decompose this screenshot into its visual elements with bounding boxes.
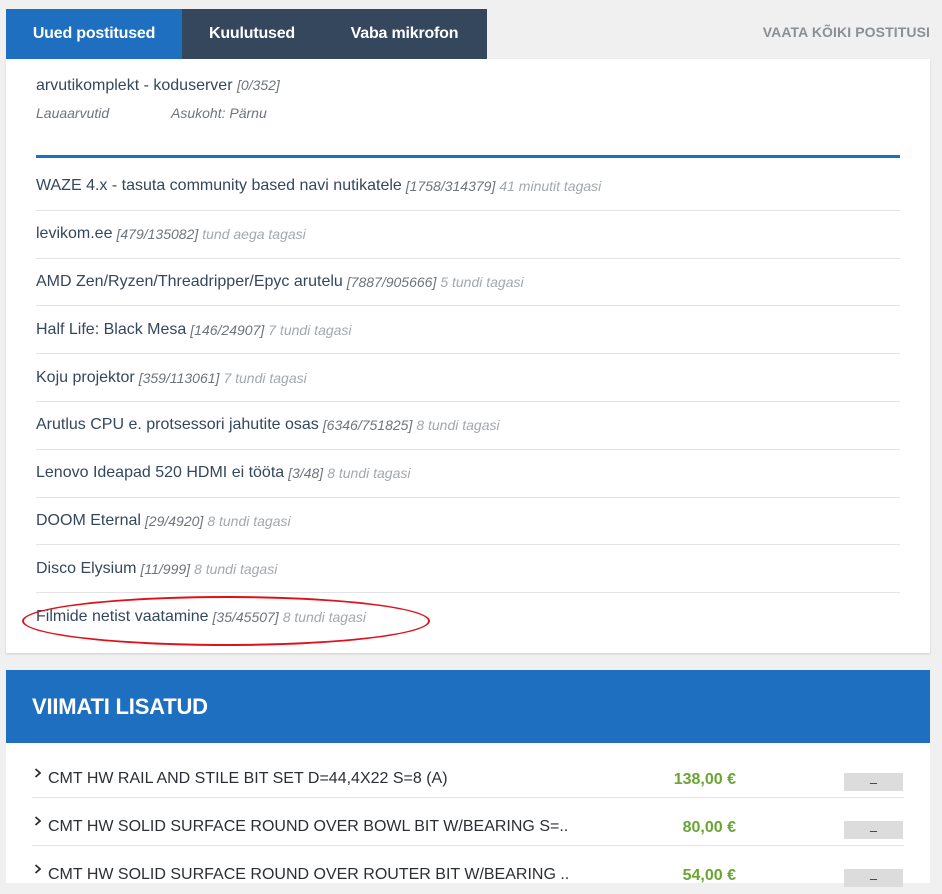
list-item: Half Life: Black Mesa [146/24907] 7 tundi … xyxy=(36,306,900,355)
recent-item-price: 80,00 € xyxy=(682,819,736,836)
chevron-right-icon xyxy=(34,864,42,874)
topic-link[interactable]: Filmide netist vaatamine xyxy=(36,608,209,626)
featured-post-category: Lauaarvutid xyxy=(36,105,110,121)
featured-post-location: Asukoht: Pärnu xyxy=(171,105,267,121)
list-item: Disco Elysium [11/999] 8 tundi tagasi xyxy=(36,545,900,594)
recent-items-list: CMT HW RAIL AND STILE BIT SET D=44,4X22 … xyxy=(6,743,930,887)
recent-section-header: VIIMATI LISATUD xyxy=(6,670,930,743)
recent-section-title: VIIMATI LISATUD xyxy=(32,693,208,719)
list-item[interactable]: CMT HW RAIL AND STILE BIT SET D=44,4X22 … xyxy=(32,750,904,798)
list-item: AMD Zen/Ryzen/Threadripper/Epyc arutelu[… xyxy=(36,259,900,307)
topic-time: 41 minutit tagasi xyxy=(499,178,602,195)
recent-item-name[interactable]: CMT HW SOLID SURFACE ROUND OVER ROUTER B… xyxy=(48,866,568,884)
list-item: Arutlus CPU e. protsessori jahutite osas… xyxy=(36,402,900,450)
featured-post-count: [0/352] xyxy=(236,77,280,93)
topic-count: [35/45507] xyxy=(212,609,279,626)
list-item: levikom.ee [479/135082] tund aega tagasi xyxy=(36,211,900,259)
topic-link[interactable]: Arutlus CPU e. protsessori jahutite osas xyxy=(36,416,319,434)
topic-count: [29/4920] xyxy=(144,512,204,529)
topic-link[interactable]: levikom.ee xyxy=(36,225,112,243)
recent-item-price: 138,00 € xyxy=(673,771,736,788)
topic-link[interactable]: DOOM Eternal xyxy=(36,512,141,530)
topic-count: [479/135082] xyxy=(116,226,199,243)
featured-post: arvutikomplekt - koduserver [0/352] Laua… xyxy=(36,77,280,121)
tab-uued-postitused[interactable]: Uued postitused xyxy=(6,9,182,59)
topic-time: 7 tundi tagasi xyxy=(223,369,307,386)
topic-time: 8 tundi tagasi xyxy=(194,560,278,577)
list-item[interactable]: CMT HW SOLID SURFACE ROUND OVER ROUTER B… xyxy=(32,846,904,894)
view-all-posts-link[interactable]: VAATA KÕIKI POSTITUSI xyxy=(763,24,930,40)
topic-count: [146/24907] xyxy=(190,321,265,338)
topic-count: [1758/314379] xyxy=(405,178,496,195)
new-posts-panel: arvutikomplekt - koduserver [0/352] Laua… xyxy=(6,59,930,653)
topic-link[interactable]: AMD Zen/Ryzen/Threadripper/Epyc arutelu xyxy=(36,273,343,291)
featured-post-title[interactable]: arvutikomplekt - koduserver xyxy=(36,77,233,94)
topic-time: 8 tundi tagasi xyxy=(282,609,366,626)
list-item: Lenovo Ideapad 520 HDMI ei tööta [3/48] 8 … xyxy=(36,450,900,498)
topic-time: 5 tundi tagasi xyxy=(440,273,524,290)
topic-time: 8 tundi tagasi xyxy=(416,417,500,434)
list-item: WAZE 4.x - tasuta community based navi n… xyxy=(36,163,900,211)
topic-link[interactable]: Koju projektor xyxy=(36,369,135,387)
topic-count: [6346/751825] xyxy=(322,417,413,434)
recent-item-price: 54,00 € xyxy=(682,867,736,884)
list-item[interactable]: CMT HW SOLID SURFACE ROUND OVER BOWL BIT… xyxy=(32,798,904,846)
list-item: Filmide netist vaatamine [35/45507] 8 tund… xyxy=(36,593,900,641)
tab-bar: Uued postitused Kuulutused Vaba mikrofon xyxy=(6,9,487,59)
chevron-right-icon xyxy=(34,768,42,778)
topic-link[interactable]: Lenovo Ideapad 520 HDMI ei tööta xyxy=(36,464,284,482)
topic-count: [7887/905666] xyxy=(346,273,437,290)
topic-list: WAZE 4.x - tasuta community based navi n… xyxy=(36,163,900,641)
recent-item-name[interactable]: CMT HW RAIL AND STILE BIT SET D=44,4X22 … xyxy=(48,770,568,788)
divider xyxy=(36,155,900,158)
topic-count: [3/48] xyxy=(288,465,324,482)
topic-count: [359/113061] xyxy=(138,369,220,386)
topic-link[interactable]: Half Life: Black Mesa xyxy=(36,321,186,339)
list-item: Koju projektor [359/113061] 7 tundi tagasi xyxy=(36,354,900,402)
list-item: DOOM Eternal [29/4920] 8 tundi tagasi xyxy=(36,498,900,546)
recent-item-button[interactable]: – xyxy=(844,869,903,887)
topic-time: 7 tundi tagasi xyxy=(268,321,352,338)
topic-time: 8 tundi tagasi xyxy=(327,465,411,482)
recent-item-button[interactable]: – xyxy=(844,821,903,839)
tab-vaba-mikrofon[interactable]: Vaba mikrofon xyxy=(322,9,487,59)
recent-item-name[interactable]: CMT HW SOLID SURFACE ROUND OVER BOWL BIT… xyxy=(48,818,568,836)
topic-link[interactable]: WAZE 4.x - tasuta community based navi n… xyxy=(36,177,402,195)
topic-time: 8 tundi tagasi xyxy=(207,512,291,529)
topic-count: [11/999] xyxy=(140,560,191,577)
topic-link[interactable]: Disco Elysium xyxy=(36,560,136,578)
tab-kuulutused[interactable]: Kuulutused xyxy=(182,9,322,59)
chevron-right-icon xyxy=(34,816,42,826)
recent-item-button[interactable]: – xyxy=(844,773,903,791)
topic-time: tund aega tagasi xyxy=(202,226,306,243)
